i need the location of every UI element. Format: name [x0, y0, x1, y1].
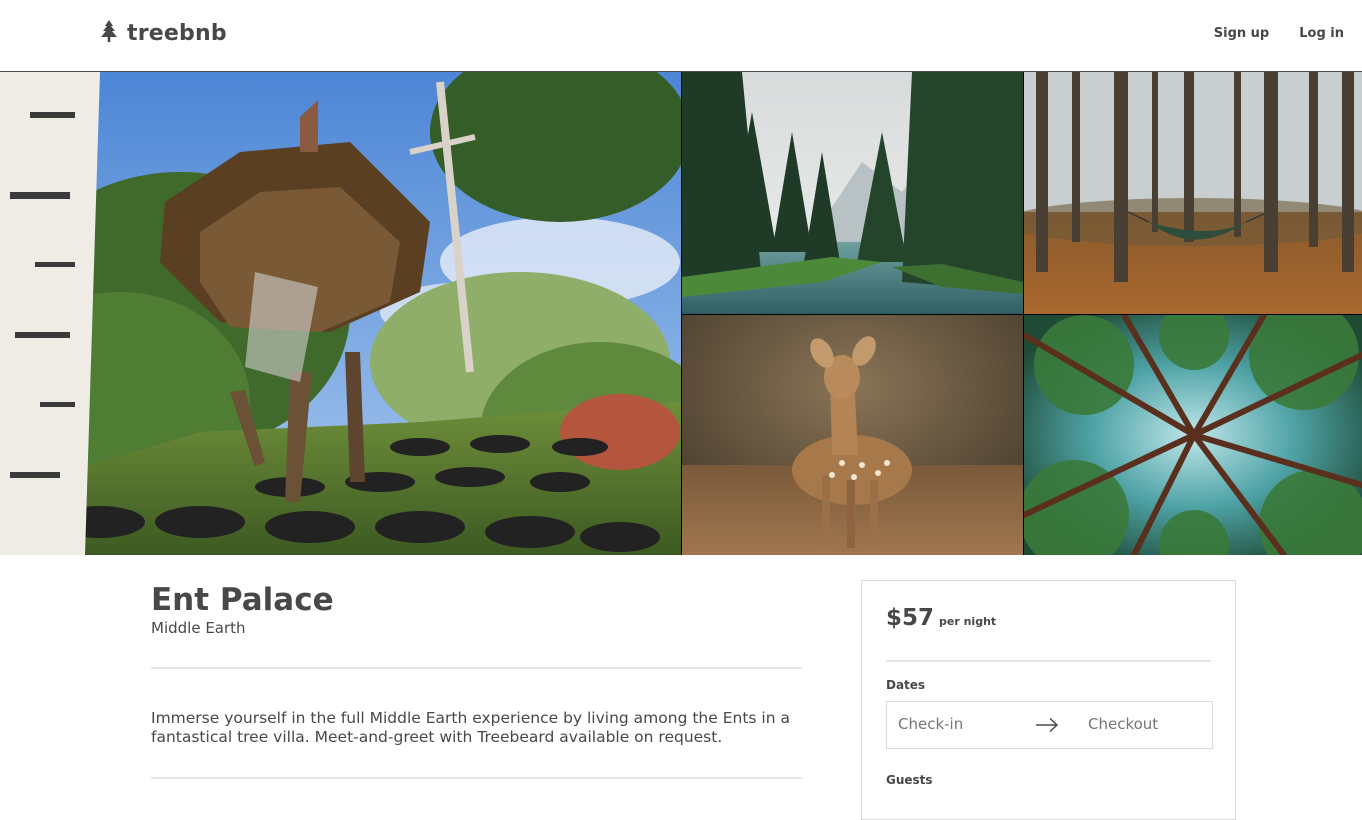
dates-label: Dates: [886, 678, 926, 692]
tree-icon: [101, 20, 117, 42]
guests-label: Guests: [886, 773, 933, 787]
price-unit: per night: [939, 615, 997, 628]
checkin-input[interactable]: [898, 715, 1028, 733]
top-header: treebnb Sign up Log in: [0, 0, 1362, 72]
booking-card: $57 per night Dates Guests: [861, 580, 1236, 820]
treehouse-photo[interactable]: [0, 72, 681, 555]
arrow-right-icon: [1036, 717, 1059, 733]
tree-canopy-photo[interactable]: [1024, 315, 1362, 555]
card-divider: [886, 660, 1211, 662]
photo-gallery: [0, 72, 1362, 555]
login-link[interactable]: Log in: [1299, 26, 1344, 41]
forest-lake-photo[interactable]: [682, 72, 1023, 314]
deer-photo[interactable]: [682, 315, 1023, 555]
brand-name: treebnb: [127, 20, 227, 46]
section-divider: [151, 777, 802, 779]
header-nav: Sign up Log in: [1214, 26, 1344, 41]
listing-location: Middle Earth: [151, 619, 246, 637]
date-range-picker: [886, 701, 1213, 749]
nightly-price: $57: [886, 605, 935, 631]
brand-logo[interactable]: treebnb: [100, 18, 227, 48]
listing-title: Ent Palace: [151, 582, 334, 618]
listing-description: Immerse yourself in the full Middle Eart…: [151, 709, 790, 746]
price-row: $57 per night: [886, 605, 996, 631]
signup-link[interactable]: Sign up: [1214, 26, 1269, 41]
checkout-input[interactable]: [1088, 715, 1208, 733]
section-divider: [151, 667, 802, 669]
hammock-forest-photo[interactable]: [1024, 72, 1362, 314]
